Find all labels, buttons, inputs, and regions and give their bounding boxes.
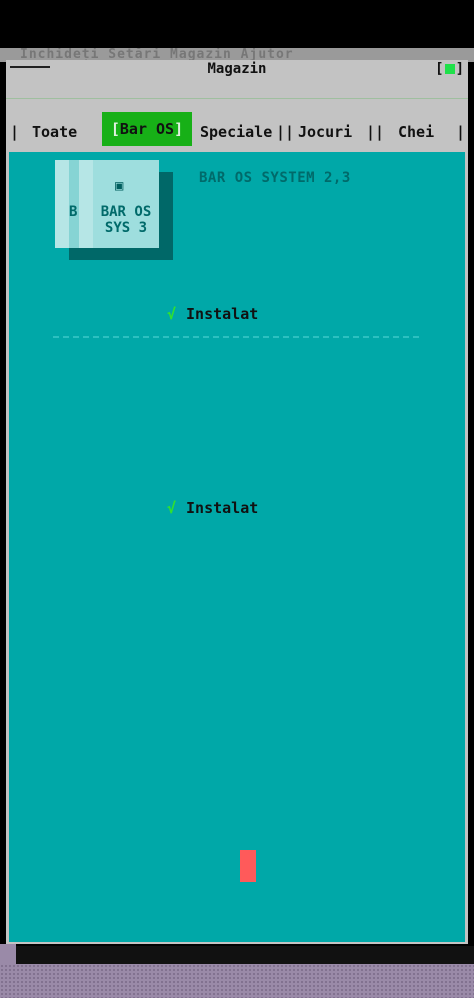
tab-bracket-right: ] bbox=[174, 120, 184, 138]
app-name: BAR OS SYSTEM 2,3 bbox=[199, 170, 351, 186]
app-icon-stack: B ▣ BAR OS SYS 3 bbox=[55, 160, 159, 248]
title-separator bbox=[6, 98, 468, 99]
desktop-pattern bbox=[0, 964, 474, 998]
app-icon[interactable]: B ▣ BAR OS SYS 3 bbox=[55, 160, 185, 272]
title-bar: Magazin [] bbox=[6, 60, 468, 100]
taskbar[interactable] bbox=[16, 946, 474, 964]
tab-bar-os[interactable]: [Bar OS] bbox=[102, 112, 192, 146]
maximize-icon[interactable] bbox=[444, 64, 455, 74]
install-status-label: Instalat bbox=[186, 305, 259, 323]
text-cursor bbox=[240, 850, 256, 882]
install-status[interactable]: √ Instalat bbox=[167, 498, 258, 518]
top-black-bar bbox=[0, 0, 474, 48]
icon-label-line2: SYS 3 bbox=[104, 220, 148, 236]
control-bracket-right: ] bbox=[455, 61, 464, 77]
tab-separator: | bbox=[10, 123, 20, 141]
icon-side-letter: B bbox=[69, 204, 78, 220]
icon-stripe bbox=[55, 160, 69, 248]
tab-separator: || bbox=[366, 123, 385, 141]
desktop-pattern bbox=[0, 944, 16, 964]
check-icon: √ bbox=[167, 305, 177, 323]
install-status-label: Instalat bbox=[186, 499, 259, 517]
control-bracket-left: [ bbox=[435, 61, 444, 77]
tab-separator: | bbox=[456, 123, 466, 141]
check-icon: √ bbox=[167, 499, 177, 517]
tab-separator: || bbox=[276, 123, 295, 141]
window-title: Magazin bbox=[207, 61, 267, 77]
store-window: Magazin [] | Toate [Bar OS] Speciale || … bbox=[6, 60, 468, 944]
icon-label: BAR OS SYS 3 bbox=[93, 204, 159, 236]
tab-bracket-left: [ bbox=[110, 120, 120, 138]
tab-speciale[interactable]: Speciale bbox=[200, 122, 272, 142]
floppy-icon: ▣ bbox=[115, 178, 124, 194]
tab-chei[interactable]: Chei bbox=[398, 122, 434, 142]
icon-label-line1: BAR OS bbox=[100, 204, 152, 220]
store-content: B ▣ BAR OS SYS 3 BAR OS SYSTEM 2,3 √ Inst… bbox=[9, 152, 465, 942]
tab-jocuri[interactable]: Jocuri bbox=[298, 122, 352, 142]
tab-toate[interactable]: Toate bbox=[32, 122, 77, 142]
install-status[interactable]: √ Instalat bbox=[167, 304, 258, 324]
tab-label: Bar OS bbox=[119, 120, 175, 138]
window-controls[interactable]: [] bbox=[435, 60, 464, 78]
item-divider bbox=[53, 336, 419, 338]
icon-stripe bbox=[79, 160, 93, 248]
tab-bar: | Toate [Bar OS] Speciale || Jocuri || C… bbox=[6, 112, 468, 152]
